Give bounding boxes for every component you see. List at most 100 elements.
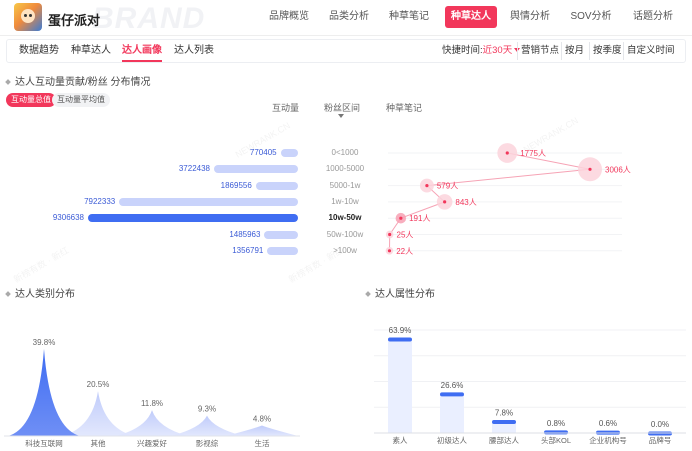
nav-influencers[interactable]: 种草达人 xyxy=(445,6,497,28)
column-header-fans-range[interactable]: 粉丝区间 xyxy=(324,101,360,114)
quick-time-select[interactable]: 快捷时间:近30天 xyxy=(439,42,523,60)
influencer-count-label: 579人 xyxy=(437,182,458,191)
interaction-bar[interactable] xyxy=(88,214,298,223)
category-value-label: 11.8% xyxy=(141,399,163,408)
bubble-center xyxy=(588,167,592,171)
attribute-value-label: 7.8% xyxy=(495,409,513,418)
attribute-value-label: 63.9% xyxy=(389,326,412,335)
interaction-bar[interactable] xyxy=(255,181,298,190)
nav-brand-overview[interactable]: 品牌概览 xyxy=(262,6,316,28)
attribute-section-title: 达人属性分布 xyxy=(365,285,435,300)
quick-time-value: 近30天 xyxy=(482,45,513,56)
category-axis-label: 影视综 xyxy=(196,438,219,448)
time-quarterly[interactable]: 按季度 xyxy=(589,42,625,60)
attribute-axis-label: 初级达人 xyxy=(437,435,467,445)
category-title-text: 达人类别分布 xyxy=(15,289,75,300)
attribute-bar-cap xyxy=(440,392,464,397)
interaction-value: 7922333 xyxy=(84,196,116,206)
interaction-value: 3722438 xyxy=(178,164,210,174)
category-distribution-chart: 39.8% 科技互联网 20.5% 其他 11.8% 兴趣爱好 9.3% 影视综 4.8% 生活 xyxy=(4,338,300,448)
category-section-title: 达人类别分布 xyxy=(5,285,75,300)
category-peak[interactable] xyxy=(171,415,243,436)
interaction-value: 1869556 xyxy=(220,180,252,190)
interaction-bar[interactable] xyxy=(119,197,298,206)
interaction-bar[interactable] xyxy=(280,149,298,157)
interaction-value: 1485963 xyxy=(229,229,261,239)
toggle-average-interaction[interactable]: 互动量平均值 xyxy=(52,93,110,107)
interaction-value: 770405 xyxy=(249,148,277,157)
tab-data-trend[interactable]: 数据趋势 xyxy=(19,40,59,62)
category-value-label: 20.5% xyxy=(87,380,110,389)
brand-logo[interactable] xyxy=(14,3,42,31)
category-peak[interactable] xyxy=(116,410,188,436)
bubble-center xyxy=(399,216,403,220)
category-peak[interactable] xyxy=(8,348,80,436)
bubble-center xyxy=(388,232,392,237)
sort-down-icon[interactable] xyxy=(338,114,344,118)
attribute-bar[interactable] xyxy=(388,338,412,433)
category-axis-label: 生活 xyxy=(255,438,270,448)
attribute-bar[interactable] xyxy=(440,393,464,433)
influencer-count-label: 3006人 xyxy=(605,165,631,174)
category-value-label: 39.8% xyxy=(33,338,56,347)
category-axis-label: 科技互联网 xyxy=(25,438,63,448)
interaction-bar[interactable] xyxy=(264,230,298,239)
category-peak[interactable] xyxy=(62,391,134,436)
attribute-axis-label: 腰部达人 xyxy=(489,435,519,445)
logo-eye xyxy=(24,14,27,17)
attribute-value-label: 0.6% xyxy=(599,419,617,428)
bubble-center xyxy=(505,151,509,155)
category-axis-label: 兴趣爱好 xyxy=(137,438,167,448)
column-header-interaction: 互动量 xyxy=(272,103,300,113)
attribute-bar-cap xyxy=(492,420,516,425)
attribute-axis-label: 头部KOL xyxy=(541,435,571,445)
category-value-label: 4.8% xyxy=(253,414,271,423)
interaction-value: 1356791 xyxy=(232,245,264,255)
nav-sentiment[interactable]: 舆情分析 xyxy=(503,6,557,28)
attribute-bar-cap xyxy=(544,430,568,435)
attribute-axis-label: 素人 xyxy=(393,435,408,445)
tab-influencer-list[interactable]: 达人列表 xyxy=(174,40,214,62)
influencer-count-label: 22人 xyxy=(396,247,413,256)
attribute-axis-label: 品牌号 xyxy=(649,435,672,445)
interaction-bar[interactable] xyxy=(214,165,298,174)
category-axis-label: 其他 xyxy=(91,438,106,448)
time-marketing-node[interactable]: 营销节点 xyxy=(517,42,562,60)
top-header: BRAND 蛋仔派对 品牌概览 品类分析 种草笔记 种草达人 舆情分析 SOV分… xyxy=(0,0,692,36)
sub-nav: 数据趋势 种草达人 达人画像 达人列表 快捷时间:近30天 营销节点 按月 按季… xyxy=(6,39,686,63)
section-bullet-icon xyxy=(5,291,11,298)
time-monthly[interactable]: 按月 xyxy=(561,42,587,60)
quick-time-label: 快捷时间: xyxy=(442,45,483,56)
influencer-count-label: 25人 xyxy=(397,231,414,240)
influencer-count-label: 191人 xyxy=(409,214,430,223)
interaction-bar[interactable] xyxy=(267,246,298,255)
brand-name: 蛋仔派对 xyxy=(48,13,101,28)
contribution-title-text: 达人互动量贡献/粉丝 分布情况 xyxy=(15,77,151,88)
column-header-influencers: 种草笔记 xyxy=(386,103,423,113)
bubble-center xyxy=(425,184,429,188)
time-custom[interactable]: 自定义时间 xyxy=(623,42,678,60)
section-bullet-icon xyxy=(365,291,371,298)
category-value-label: 9.3% xyxy=(198,405,216,414)
attribute-value-label: 26.6% xyxy=(441,381,464,390)
brand-watermark: BRAND xyxy=(92,2,206,35)
nav-notes[interactable]: 种草笔记 xyxy=(382,6,436,28)
watermark: 新榜有数 · 新红 xyxy=(11,245,71,285)
interaction-value: 9306638 xyxy=(52,213,84,223)
tab-influencer-profile[interactable]: 达人画像 xyxy=(122,40,162,62)
bubble-center xyxy=(443,200,447,204)
nav-category-analysis[interactable]: 品类分析 xyxy=(322,6,376,28)
attribute-bar-cap xyxy=(388,337,412,342)
attribute-distribution-chart: 63.9% 素人 26.6% 初级达人 7.8% 腰部达人 0.8% 头部KOL 0.6% 企业机… xyxy=(374,326,686,445)
contribution-section-title: 达人互动量贡献/粉丝 分布情况 xyxy=(5,73,151,88)
logo-eye xyxy=(29,14,32,17)
bubble-center xyxy=(387,249,392,253)
nav-sov[interactable]: SOV分析 xyxy=(563,6,619,28)
toggle-total-interaction[interactable]: 互动量总值 xyxy=(6,93,56,107)
attribute-value-label: 0.8% xyxy=(547,419,565,428)
influencer-count-label: 843人 xyxy=(455,198,476,207)
tab-influencers[interactable]: 种草达人 xyxy=(71,40,111,62)
section-bullet-icon xyxy=(5,79,11,86)
nav-topics[interactable]: 话题分析 xyxy=(626,6,680,28)
influencer-count-chart: 1775人3006人579人843人191人25人22人 xyxy=(385,143,631,256)
